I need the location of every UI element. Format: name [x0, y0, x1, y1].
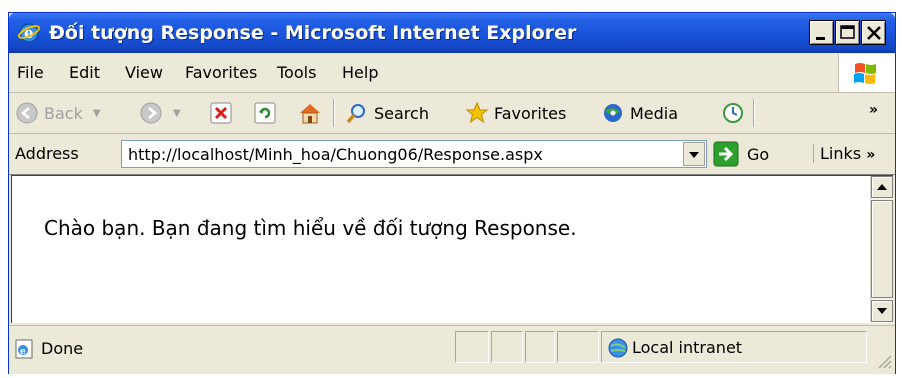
maximize-button[interactable] [835, 20, 860, 45]
browser-window: e Đối tượng Response - Microsoft Interne… [8, 12, 896, 374]
close-icon [867, 26, 881, 40]
local-intranet-icon [608, 338, 628, 358]
forward-arrow-icon [140, 102, 162, 124]
media-label: Media [630, 103, 679, 123]
address-label: Address [15, 144, 79, 163]
maximize-icon [840, 25, 855, 39]
scroll-up-icon [877, 184, 887, 190]
scroll-down-button[interactable] [871, 300, 893, 322]
scroll-up-button[interactable] [871, 176, 893, 198]
status-pane [525, 331, 555, 363]
svg-text:e: e [20, 347, 26, 357]
status-pane [557, 331, 599, 363]
dropdown-arrow-icon [689, 152, 699, 158]
resize-grip-icon[interactable] [875, 352, 893, 370]
minimize-icon [816, 37, 825, 40]
back-button[interactable]: Back ▼ [15, 101, 101, 125]
window-title: Đối tượng Response - Microsoft Internet … [49, 22, 577, 44]
media-icon [604, 104, 622, 122]
forward-button[interactable]: ▼ [139, 101, 181, 125]
go-label: Go [747, 144, 770, 164]
menu-edit[interactable]: Edit [69, 63, 100, 83]
scroll-down-icon [877, 308, 887, 314]
ie-icon: e [17, 23, 41, 43]
menu-view[interactable]: View [125, 63, 163, 83]
menu-bar: File Edit View Favorites Tools Help [9, 54, 895, 93]
close-button[interactable] [861, 20, 886, 45]
search-button[interactable]: Search [345, 101, 429, 125]
home-icon [300, 104, 320, 124]
title-bar[interactable]: e Đối tượng Response - Microsoft Interne… [9, 13, 895, 53]
back-arrow-icon [16, 102, 38, 124]
toolbar-more-chevron[interactable]: » [869, 102, 878, 118]
windows-flag-icon [854, 63, 876, 84]
page-text: Chào bạn. Bạn đang tìm hiểu về đối tượng… [44, 216, 577, 240]
menu-help[interactable]: Help [342, 63, 378, 83]
address-field[interactable] [121, 140, 707, 168]
address-bar: Address Go Links » [9, 134, 895, 175]
search-icon [346, 104, 365, 124]
back-label: Back [44, 103, 83, 123]
status-text: Done [41, 339, 84, 358]
media-button[interactable]: Media [601, 101, 678, 125]
history-icon [723, 103, 743, 123]
status-pane [491, 331, 523, 363]
address-input[interactable] [128, 144, 668, 164]
search-label: Search [374, 103, 429, 123]
toolbar-separator [333, 99, 335, 127]
toolbar-separator-2 [753, 99, 755, 127]
links-label: Links [820, 144, 862, 163]
go-button[interactable]: Go [713, 141, 769, 167]
back-dropdown-icon[interactable]: ▼ [93, 108, 101, 119]
scroll-thumb[interactable] [871, 200, 893, 298]
refresh-icon [254, 102, 276, 124]
favorites-label: Favorites [494, 103, 567, 123]
links-button[interactable]: Links » [813, 144, 875, 163]
home-button[interactable] [297, 101, 323, 125]
refresh-button[interactable] [253, 101, 277, 125]
status-bar: e Done Local intranet [9, 325, 895, 374]
standard-toolbar: Back ▼ ▼ Search Favorites Media » [9, 93, 895, 134]
stop-icon [210, 102, 232, 124]
page-done-icon: e [15, 339, 33, 359]
zone-label: Local intranet [632, 338, 743, 357]
go-arrow-icon [713, 141, 739, 167]
forward-dropdown-icon[interactable]: ▼ [173, 108, 181, 119]
favorites-button[interactable]: Favorites [465, 101, 566, 125]
menu-file[interactable]: File [17, 63, 44, 83]
menu-tools[interactable]: Tools [277, 63, 316, 83]
links-more-chevron[interactable]: » [866, 147, 875, 163]
page-content: Chào bạn. Bạn đang tìm hiểu về đối tượng… [11, 175, 893, 323]
menu-favorites[interactable]: Favorites [185, 63, 257, 83]
minimize-button[interactable] [809, 20, 834, 45]
windows-logo [838, 54, 895, 92]
stop-button[interactable] [209, 101, 233, 125]
history-button[interactable] [721, 101, 745, 125]
address-dropdown-button[interactable] [683, 142, 705, 166]
security-zone[interactable]: Local intranet [601, 331, 867, 363]
vertical-scrollbar[interactable] [870, 176, 893, 322]
favorites-star-icon [465, 101, 489, 124]
status-pane [455, 331, 489, 363]
